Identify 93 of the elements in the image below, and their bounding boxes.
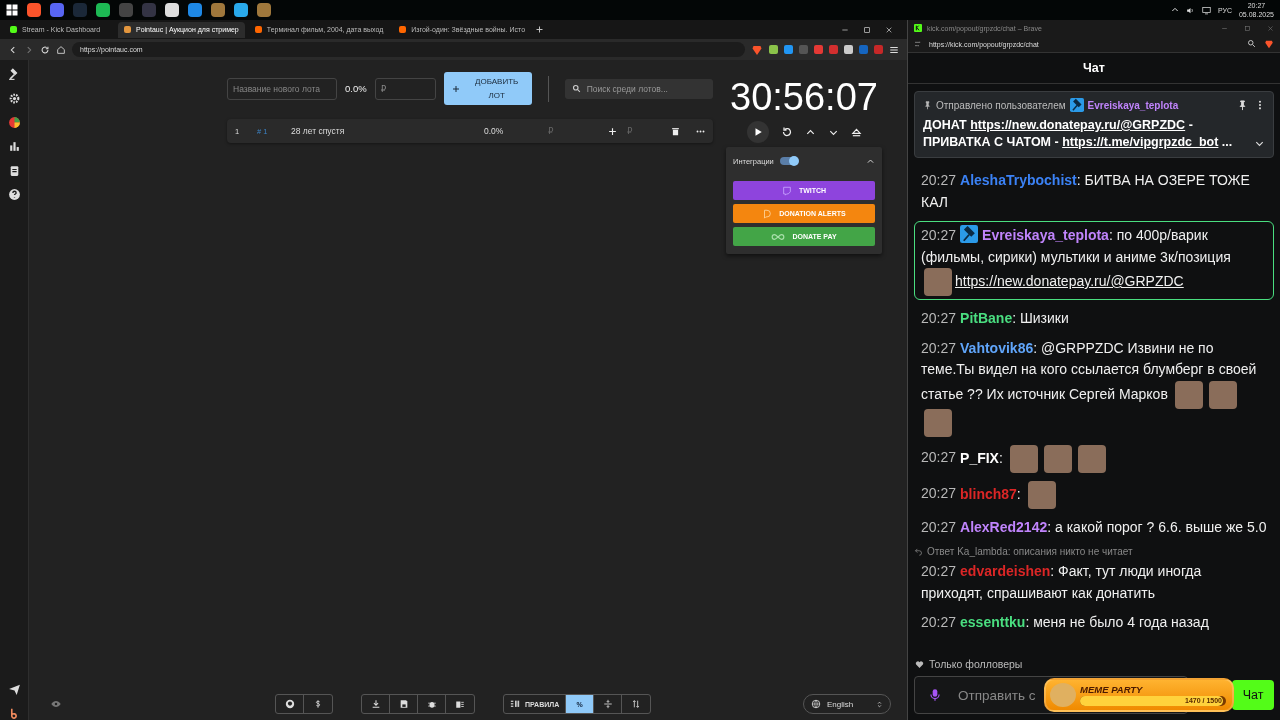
save-icon [398, 699, 409, 709]
app-icon[interactable] [165, 3, 179, 17]
plus-icon[interactable] [535, 25, 545, 34]
reload-icon[interactable] [40, 44, 50, 55]
reply-context: Ответ Ka_lambda: описания никто не читает [927, 546, 1133, 557]
emote-image [1027, 480, 1056, 509]
monitor-icon[interactable] [1201, 5, 1211, 15]
chat-username[interactable]: P_FIX [960, 449, 999, 466]
app-icon[interactable] [96, 3, 110, 17]
help-icon[interactable] [7, 188, 21, 201]
heart-icon [915, 659, 924, 669]
plus-icon [451, 84, 460, 93]
lot-percent: 0.0% [345, 83, 367, 94]
menu-icon[interactable] [889, 44, 899, 55]
pinned-link[interactable]: https://t.me/vipgrpzdc_bot [1062, 135, 1219, 149]
pinned-text: ДОНАТ https://new.donatepay.ru/@GRPZDC - ПРИВАТКА С ЧАТОМ - https://t.me/vipgrpzdc_bot ... [923, 117, 1234, 151]
lot-name-field[interactable]: Название нового лота [227, 77, 337, 100]
emote-image [924, 408, 952, 437]
chat-message: 20:27 edvardeishen: Факт, тут люди иногда приходят, спрашивают как донатить [920, 562, 1203, 603]
search-field[interactable]: Поиск среди лотов... [564, 78, 713, 99]
send-button[interactable]: Чат [1232, 680, 1274, 710]
integrations-toggle[interactable] [779, 157, 798, 165]
speaker-icon[interactable] [1185, 5, 1195, 15]
d-shape-icon [762, 208, 773, 219]
emote-image [1009, 444, 1038, 473]
gavel-badge-icon [1069, 98, 1084, 112]
emote-image [924, 268, 952, 296]
chat-mode-label: Только фолловеры [929, 658, 1023, 670]
bar-chart-icon[interactable] [7, 140, 21, 153]
search-icon [571, 84, 581, 93]
chat-username[interactable]: AleshaTrybochist [960, 172, 1077, 188]
pin-icon[interactable] [1237, 99, 1248, 111]
app-icon[interactable] [27, 3, 41, 17]
chat-message: 20:27 PitBane: Шизики [920, 309, 1070, 328]
back-icon[interactable] [8, 44, 18, 55]
plus-icon[interactable] [608, 126, 617, 136]
dollar-icon [313, 699, 323, 709]
zoom-icon[interactable] [1247, 39, 1256, 48]
kick-logo-icon [914, 24, 922, 32]
chat-message: 20:27 AleshaTrybochist: БИТВА НА ОЗЕРЕ ТОЖЕ КАЛ [920, 171, 1251, 212]
app-icon[interactable] [50, 3, 64, 17]
gavel-badge-icon [960, 225, 979, 243]
pinned-username[interactable]: Evreiskaya_teplota [1087, 99, 1179, 111]
pin-icon [923, 100, 932, 110]
trash-list-icon [455, 699, 465, 709]
eject-icon[interactable] [850, 126, 862, 138]
lot-name: 28 лет спустя [291, 126, 346, 136]
meme-party-title: MEME PARTY [1080, 684, 1144, 695]
message-link[interactable]: https://new.donatepay.ru/@GRPZDC [955, 272, 1184, 289]
home-icon[interactable] [56, 44, 66, 55]
download-icon [370, 699, 381, 709]
pinned-by-label: Отправлено пользователем [936, 99, 1066, 111]
chat-username[interactable]: Evreiskaya_teplota [982, 227, 1109, 243]
trash-icon[interactable] [671, 126, 680, 136]
chat-username[interactable]: blinch87 [960, 485, 1017, 502]
reply-icon [914, 547, 923, 556]
restart-icon[interactable] [780, 126, 793, 138]
chat-message: 20:27 essenttku: меня не было 4 года назад [920, 613, 1210, 632]
chat-header: Чат [908, 53, 1280, 84]
lot-percent: 0.0% [484, 126, 505, 136]
app-icon[interactable] [188, 3, 202, 17]
eye-icon[interactable] [51, 699, 61, 709]
microphone-icon[interactable] [928, 688, 942, 702]
columns-icon [510, 699, 520, 709]
pinned-link[interactable]: https://new.donatepay.ru/@GRPZDC [970, 118, 1186, 132]
emote-image [1174, 380, 1203, 409]
forward-icon[interactable] [24, 44, 34, 55]
updown-icon [876, 700, 883, 708]
chat-message: 20:27 Evreiskaya_teplota: по 400р/варик (фильмы, сирики) мультики и аниме 3к/позиция https://new.donatepay.ru/@GRPZDC [914, 221, 1274, 300]
chat-message: 20:27 AlexRed2142: а какой порог ? 6.6. выше же 5.0 [920, 517, 1268, 537]
chat-message: 20:27 blinch87: [914, 480, 1274, 509]
paper-plane-icon[interactable] [7, 683, 21, 696]
chat-message: 20:27 Vahtovik86: @GRPPZDC Извини не по теме.Ты видел на кого ссылается блумберг в своей статье ?? Их источник Сергей Марков [914, 337, 1274, 437]
windows-icon[interactable] [6, 4, 18, 16]
sort-icon [631, 699, 642, 709]
chevron-up-icon[interactable] [1170, 6, 1179, 14]
app-icon[interactable] [234, 3, 248, 17]
chat-bubble-icon [781, 185, 792, 196]
emote-image [1043, 444, 1072, 473]
add-lot-button[interactable]: ДОБАВИТЬ ЛОТ [443, 72, 532, 105]
app-icon[interactable] [211, 3, 225, 17]
emote-image [1077, 444, 1106, 473]
chat-message: 20:27 P_FIX: [914, 444, 1274, 473]
emote-image [1208, 380, 1237, 409]
pie-chart-icon[interactable] [7, 116, 21, 129]
play-button[interactable] [746, 121, 769, 143]
site-settings-icon[interactable] [914, 40, 922, 48]
timer: 30:56:07 [730, 76, 878, 118]
bug-icon [426, 699, 437, 709]
globe-icon [811, 699, 821, 709]
settings-icon[interactable] [7, 92, 21, 105]
app-icon[interactable] [257, 3, 271, 17]
amount-field[interactable]: ₽ [374, 77, 436, 100]
